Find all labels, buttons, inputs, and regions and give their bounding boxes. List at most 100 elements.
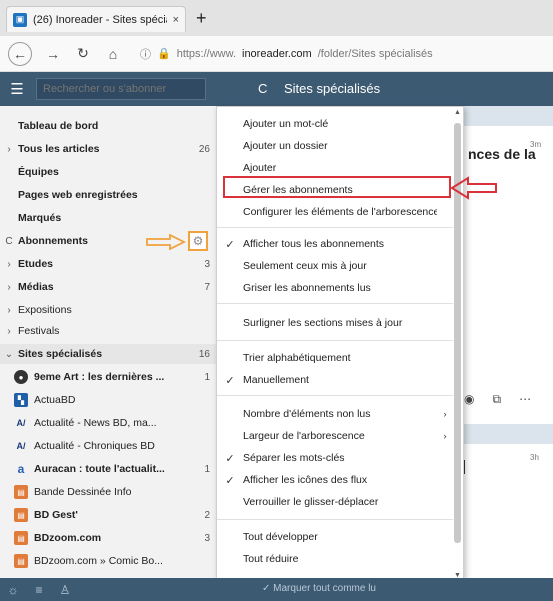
annotation-arrow-orange-icon [146, 234, 186, 250]
chevron-right-icon[interactable]: › [0, 282, 18, 293]
menu-item-tree-width[interactable]: Largeur de l'arborescence › [217, 425, 453, 447]
chevron-right-icon[interactable]: › [0, 144, 18, 155]
feed-item[interactable]: ▤ Bande Dessinée Info [0, 482, 217, 502]
menu-item-label: Griser les abonnements lus [243, 282, 371, 294]
radio-icon[interactable]: ◉ [464, 392, 474, 407]
menu-item-lock-drag[interactable]: Verrouiller le glisser-déplacer [217, 491, 453, 513]
search-input[interactable] [36, 78, 206, 100]
menu-item-label: Tout développer [243, 531, 318, 543]
feed-label: ActuaBD [34, 394, 76, 406]
menu-item-show-all[interactable]: ✓ Afficher tous les abonnements [217, 233, 453, 255]
annotation-arrow-red-icon [450, 176, 497, 200]
menu-item-add-tag[interactable]: Ajouter un mot-clé [217, 113, 453, 135]
chevron-right-icon[interactable]: › [0, 326, 18, 337]
address-bar[interactable]: ⓘ 🔒 https://www. inoreader.com/folder/Sit… [134, 42, 545, 66]
reload-icon[interactable]: ↻ [74, 45, 92, 62]
sidebar-item-all-articles[interactable]: › Tous les articles 26 [0, 139, 217, 159]
menu-item-sort-manual[interactable]: ✓ Manuellement [217, 369, 453, 391]
external-link-icon[interactable]: ⧉ [492, 392, 501, 407]
feed-item[interactable]: ▤ BDzoom.com 3 [0, 528, 217, 548]
feed-item[interactable]: ▤ BDzoom.com » Comic Bo... [0, 551, 217, 571]
menu-item-add-folder[interactable]: Ajouter un dossier [217, 135, 453, 157]
sidebar-item-teams[interactable]: Équipes [0, 162, 217, 182]
sidebar-item-sites-specialises[interactable]: ⌄ Sites spécialisés 16 [0, 344, 217, 364]
menu-item-label: Afficher les icônes des flux [243, 474, 368, 486]
scroll-up-icon[interactable]: ▲ [454, 109, 461, 116]
sidebar-item-expositions[interactable]: › Expositions [0, 300, 217, 320]
menu-item-label: Tout réduire [243, 553, 299, 565]
sidebar-item-medias[interactable]: › Médias 7 [0, 277, 217, 297]
home-icon[interactable]: ⌂ [104, 46, 122, 62]
menu-item-grey-read[interactable]: Griser les abonnements lus [217, 277, 453, 299]
forward-button[interactable]: → [44, 46, 62, 62]
feed-item[interactable]: A/Actualité - Chroniques BD [0, 436, 217, 456]
menu-item-sort-alpha[interactable]: Trier alphabétiquement [217, 347, 453, 369]
menu-divider [217, 303, 453, 304]
tab-close-icon[interactable]: × [173, 14, 179, 26]
menu-item-only-updated[interactable]: Seulement ceux mis à jour [217, 255, 453, 277]
sidebar-item-label: Sites spécialisés [18, 348, 103, 360]
chevron-right-icon: › [443, 409, 447, 419]
menu-item-show-feed-icons[interactable]: ✓ Afficher les icônes des flux [217, 469, 453, 491]
menu-item-configure-tree[interactable]: Configurer les éléments de l'arborescenc… [217, 201, 453, 223]
feed-label: Actualité - Chroniques BD [34, 440, 155, 452]
info-icon[interactable]: ⓘ [140, 46, 151, 62]
unread-count: 1 [204, 463, 210, 475]
back-button[interactable]: ← [8, 41, 32, 66]
menu-item-label: Ajouter [243, 162, 277, 174]
settings-icon[interactable]: ☼ [0, 583, 26, 597]
unread-count: 16 [198, 348, 210, 360]
sidebar-item-label: Etudes [18, 258, 54, 270]
feed-icon: ▤ [14, 554, 28, 568]
feed-label: BD Gest' [34, 509, 78, 521]
tab-title: (26) Inoreader - Sites spécialisés [33, 13, 167, 26]
menu-item-label: Verrouiller le glisser-déplacer [243, 496, 379, 508]
url-domain: inoreader.com [242, 47, 312, 60]
check-icon: ✓ [225, 374, 235, 387]
menu-item-collapse-all[interactable]: Tout réduire [217, 548, 453, 570]
menu-item-unread-count[interactable]: Nombre d'éléments non lus › [217, 403, 453, 425]
sidebar-item-starred[interactable]: Marqués [0, 208, 217, 228]
feed-item[interactable]: a Auracan : toute l'actualit... 1 [0, 459, 217, 479]
mark-all-read-button[interactable]: ✓ Marquer tout comme lu [262, 583, 376, 594]
subscriptions-settings-gear-icon[interactable]: ⚙ [188, 231, 208, 251]
menu-divider [217, 395, 453, 396]
hamburger-menu-icon[interactable]: ☰ [0, 80, 34, 98]
article-headline[interactable]: nces de la [468, 146, 536, 162]
url-path: /folder/Sites spécialisés [317, 47, 433, 60]
feed-item[interactable]: ● 9eme Art : les dernières ... 1 [0, 367, 217, 387]
menu-item-highlight-updated[interactable]: Surligner les sections mises à jour [217, 312, 453, 334]
browser-tab[interactable]: ▣ (26) Inoreader - Sites spécialisés × [6, 6, 186, 32]
article-time: 3h [530, 453, 539, 462]
unread-count: 3 [204, 258, 210, 270]
sidebar-item-dashboard[interactable]: Tableau de bord [0, 116, 217, 136]
feed-item[interactable]: A/Actualité - News BD, ma... [0, 413, 217, 433]
menu-divider [217, 340, 453, 341]
chevron-down-icon[interactable]: ⌄ [0, 349, 18, 360]
sidebar-item-festivals[interactable]: › Festivals [0, 321, 217, 341]
feed-icon: A/ [16, 418, 26, 428]
refresh-icon[interactable]: C [0, 236, 18, 247]
feed-item[interactable]: ▤ BD Gest' 2 [0, 505, 217, 525]
menu-item-label: Trier alphabétiquement [243, 352, 351, 364]
unread-count: 1 [204, 371, 210, 383]
feed-label: Bande Dessinée Info [34, 486, 132, 498]
sidebar-item-saved-pages[interactable]: Pages web enregistrées [0, 185, 217, 205]
feed-icon: ▤ [14, 531, 28, 545]
menu-item-label: Configurer les éléments de l'arborescenc… [243, 206, 437, 218]
chevron-right-icon[interactable]: › [0, 259, 18, 270]
feed-item[interactable]: ▚ ActuaBD [0, 390, 217, 410]
chevron-right-icon[interactable]: › [0, 305, 18, 316]
new-tab-button[interactable]: + [196, 8, 207, 28]
list-icon[interactable]: ≡ [26, 583, 52, 597]
user-icon[interactable]: ♙ [52, 583, 78, 597]
unread-count: 2 [204, 509, 210, 521]
sidebar-item-etudes[interactable]: › Etudes 3 [0, 254, 217, 274]
browser-nav-bar: ← → ↻ ⌂ ⓘ 🔒 https://www. inoreader.com/fo… [0, 36, 553, 72]
refresh-icon[interactable]: C [258, 81, 267, 96]
feed-icon: ▤ [14, 508, 28, 522]
more-icon[interactable]: ⋯ [519, 392, 531, 407]
menu-item-separate-tags[interactable]: ✓ Séparer les mots-clés [217, 447, 453, 469]
menu-item-label: Nombre d'éléments non lus [243, 408, 371, 420]
menu-item-expand-all[interactable]: Tout développer [217, 526, 453, 548]
